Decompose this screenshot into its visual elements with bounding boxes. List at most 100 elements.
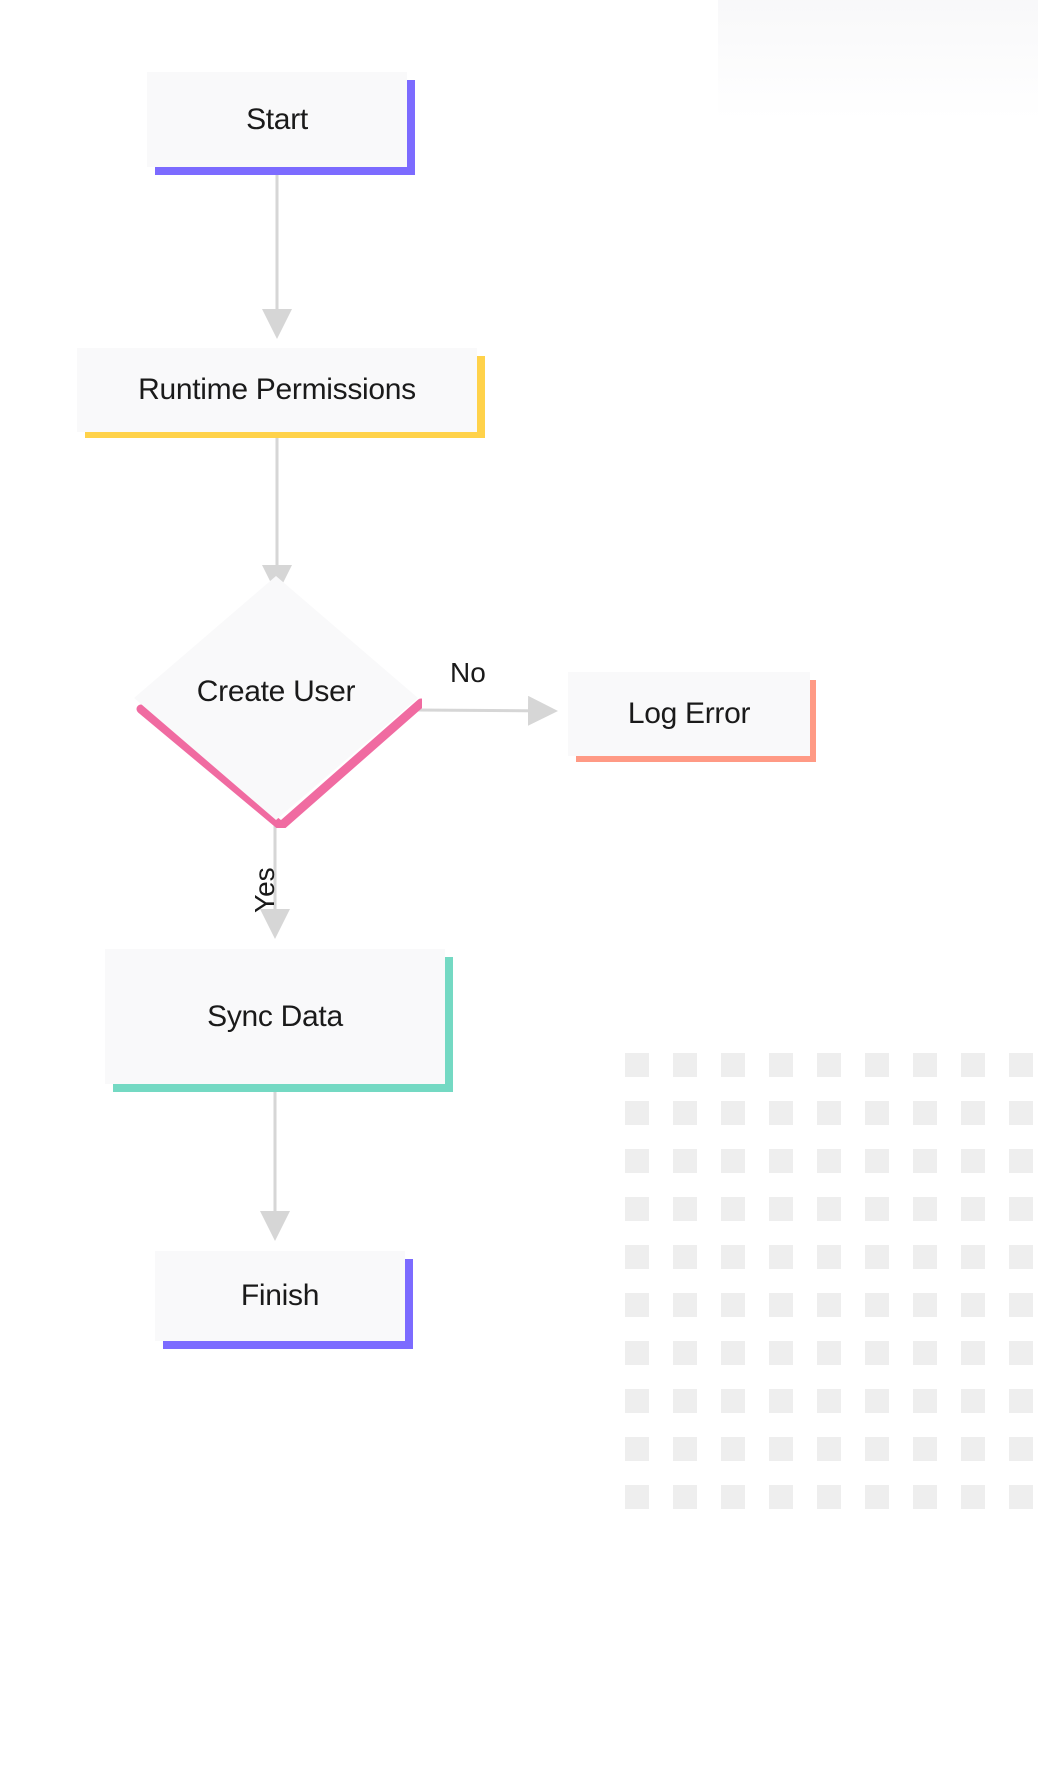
dot <box>961 1485 985 1509</box>
dot <box>1009 1437 1033 1461</box>
top-gradient <box>718 0 1038 120</box>
dot <box>817 1485 841 1509</box>
dot <box>817 1389 841 1413</box>
edge-label-yes: Yes <box>249 867 281 913</box>
dot <box>865 1053 889 1077</box>
dot <box>865 1101 889 1125</box>
dot <box>961 1053 985 1077</box>
dot <box>913 1437 937 1461</box>
log-error-label: Log Error <box>628 697 750 731</box>
dot <box>961 1197 985 1221</box>
dot <box>721 1245 745 1269</box>
dot <box>817 1437 841 1461</box>
dot <box>673 1485 697 1509</box>
dot <box>721 1101 745 1125</box>
dot <box>625 1341 649 1365</box>
start-label: Start <box>246 103 308 137</box>
dot <box>913 1197 937 1221</box>
dot <box>865 1341 889 1365</box>
dot <box>1009 1053 1033 1077</box>
dot <box>673 1197 697 1221</box>
finish-node: Finish <box>155 1251 405 1341</box>
dot <box>817 1149 841 1173</box>
create-user-decision-node: Create User <box>130 572 422 828</box>
dot <box>865 1197 889 1221</box>
dot <box>817 1101 841 1125</box>
sync-data-node: Sync Data <box>105 949 445 1084</box>
dot <box>721 1341 745 1365</box>
dot <box>673 1149 697 1173</box>
dot <box>625 1149 649 1173</box>
dot <box>721 1389 745 1413</box>
dot <box>673 1389 697 1413</box>
dot <box>769 1101 793 1125</box>
dot <box>625 1437 649 1461</box>
dot <box>625 1197 649 1221</box>
dot <box>769 1437 793 1461</box>
dot <box>913 1101 937 1125</box>
dot <box>769 1053 793 1077</box>
dot <box>961 1293 985 1317</box>
dot <box>769 1149 793 1173</box>
dot <box>721 1293 745 1317</box>
dot <box>865 1485 889 1509</box>
dot <box>673 1053 697 1077</box>
dot <box>817 1197 841 1221</box>
dot <box>1009 1101 1033 1125</box>
dot <box>817 1341 841 1365</box>
dot <box>673 1293 697 1317</box>
dot <box>625 1245 649 1269</box>
dot <box>769 1293 793 1317</box>
finish-label: Finish <box>241 1279 319 1313</box>
dot <box>913 1245 937 1269</box>
dot <box>625 1389 649 1413</box>
edge-label-no: No <box>450 657 486 689</box>
dot <box>1009 1485 1033 1509</box>
dot <box>817 1053 841 1077</box>
dot <box>817 1245 841 1269</box>
dot <box>721 1485 745 1509</box>
dot <box>1009 1341 1033 1365</box>
dot <box>1009 1389 1033 1413</box>
dot <box>865 1389 889 1413</box>
dot <box>673 1341 697 1365</box>
dot <box>769 1389 793 1413</box>
dot <box>865 1245 889 1269</box>
sync-data-label: Sync Data <box>207 1000 343 1034</box>
runtime-permissions-node: Runtime Permissions <box>77 348 477 432</box>
dot <box>913 1053 937 1077</box>
dot <box>961 1245 985 1269</box>
dot <box>913 1341 937 1365</box>
dot <box>1009 1245 1033 1269</box>
dot <box>1009 1149 1033 1173</box>
dot <box>913 1149 937 1173</box>
dot <box>865 1293 889 1317</box>
dot <box>1009 1197 1033 1221</box>
arrows-layer <box>0 0 1038 1778</box>
dot <box>913 1389 937 1413</box>
dot <box>721 1149 745 1173</box>
dot <box>961 1389 985 1413</box>
dot <box>961 1341 985 1365</box>
flowchart-canvas: Start Runtime Permissions Create User Lo… <box>0 0 1038 1778</box>
create-user-label: Create User <box>197 675 355 709</box>
dot <box>721 1437 745 1461</box>
dot <box>769 1197 793 1221</box>
dot <box>817 1293 841 1317</box>
dot <box>961 1101 985 1125</box>
dot <box>625 1485 649 1509</box>
dot <box>769 1245 793 1269</box>
dot <box>769 1485 793 1509</box>
decorative-dot-grid <box>625 1053 1033 1509</box>
dot <box>865 1149 889 1173</box>
log-error-node: Log Error <box>568 672 810 756</box>
dot <box>865 1437 889 1461</box>
dot <box>625 1053 649 1077</box>
dot <box>673 1101 697 1125</box>
dot <box>673 1437 697 1461</box>
runtime-permissions-label: Runtime Permissions <box>138 373 416 407</box>
arrow-createuser-to-logerror <box>416 710 555 711</box>
dot <box>769 1341 793 1365</box>
dot <box>673 1245 697 1269</box>
dot <box>721 1053 745 1077</box>
